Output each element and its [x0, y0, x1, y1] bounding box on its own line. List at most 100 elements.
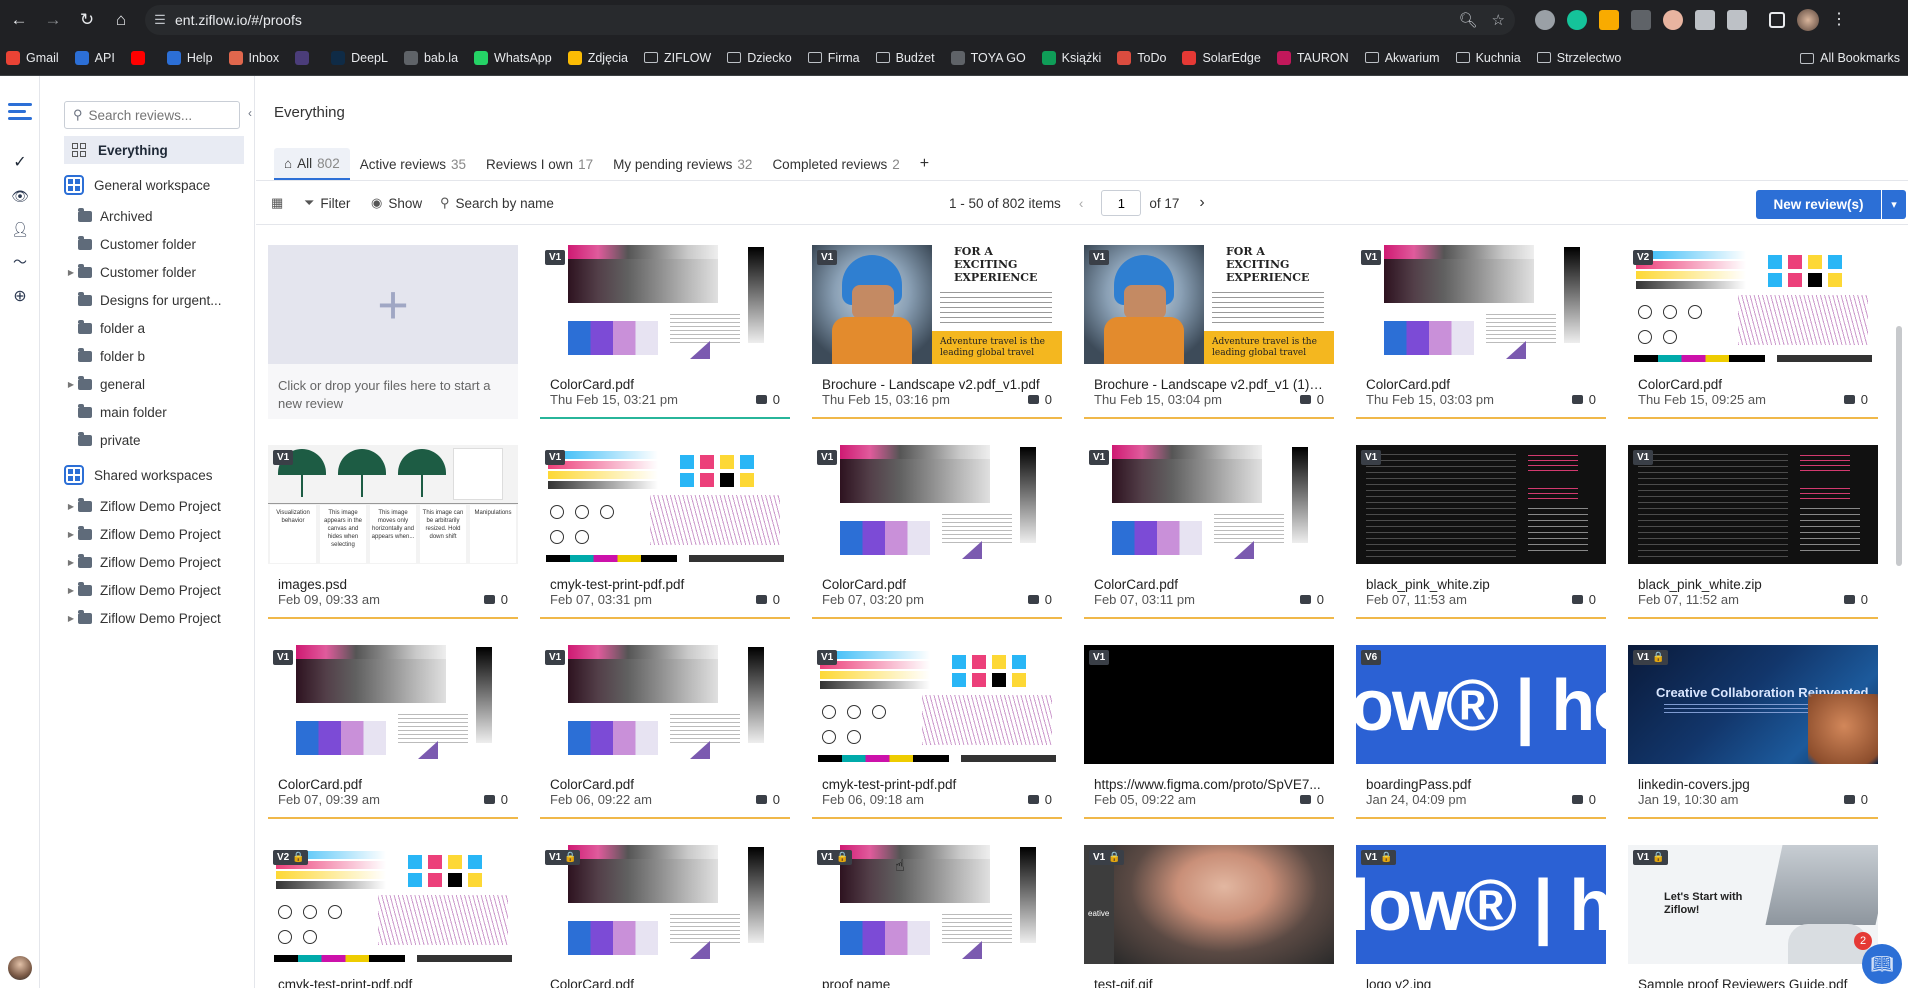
bookmark-item[interactable]: Gmail [6, 50, 59, 65]
review-card[interactable]: V1 cmyk-test-print-pdf.pdf Feb 06, 09:18 a… [812, 645, 1062, 819]
review-card[interactable]: eative V1 🔒 test-gif.gif [1084, 845, 1334, 988]
bookmark-item[interactable] [295, 50, 315, 65]
expand-chevron-icon[interactable]: ▶ [64, 268, 78, 277]
file-name[interactable]: Brochure - Landscape v2.pdf_v1 (1).... [1094, 377, 1324, 392]
file-name[interactable]: Sample proof Reviewers Guide.pdf [1638, 977, 1868, 988]
comment-count[interactable]: 0 [755, 392, 780, 407]
all-bookmarks[interactable]: All Bookmarks [1800, 40, 1900, 76]
review-thumbnail[interactable]: V1 [540, 245, 790, 364]
tab-all[interactable]: ⌂ All 802 [274, 148, 350, 180]
review-card[interactable]: FOR A EXCITING EXPERIENCE Adventure trave… [1084, 245, 1334, 419]
file-name[interactable]: ColorCard.pdf [1638, 377, 1868, 392]
bookmark-item[interactable]: ToDo [1117, 50, 1166, 65]
sidebar-item[interactable]: ▶ Customer folder [64, 258, 244, 286]
comment-count[interactable]: 0 [755, 592, 780, 607]
expand-chevron-icon[interactable]: ▶ [64, 530, 78, 539]
search-by-name[interactable]: ⚲ Search by name [440, 181, 554, 225]
review-card[interactable]: ow® | heV6 boardingPass.pdfJan 24, 04:09 … [1356, 645, 1606, 819]
comment-count[interactable]: 0 [1843, 792, 1868, 807]
review-card[interactable]: Let's Start with Ziflow! V1 🔒 Sample proof… [1628, 845, 1878, 988]
file-name[interactable]: https://www.figma.com/proto/SpVE7... [1094, 777, 1324, 792]
proofs-check-icon[interactable]: ✓ [8, 150, 32, 174]
review-card[interactable]: V1 ColorCard.pdf Feb 06, 09:22 am 0 [540, 645, 790, 819]
bookmark-item[interactable]: Dziecko [727, 51, 792, 65]
file-name[interactable]: test-gif.gif [1094, 977, 1324, 988]
sidebar-item[interactable]: ▶ Ziflow Demo Project [64, 548, 244, 576]
people-icon[interactable]: 👤︎ [8, 217, 32, 241]
bookmark-item[interactable]: Firma [807, 51, 860, 65]
file-name[interactable]: cmyk-test-print-pdf.pdf [278, 977, 508, 988]
comment-count[interactable]: 0 [1299, 792, 1324, 807]
review-card[interactable]: low® | helpV1 🔒 logo v2.jpg [1356, 845, 1606, 988]
bookmark-item[interactable]: Akwarium [1364, 51, 1440, 65]
review-thumbnail[interactable]: eative V1 🔒 [1084, 845, 1334, 964]
review-thumbnail[interactable]: low® | helpV1 🔒 [1356, 845, 1606, 964]
bookmark-item[interactable]: Zdjęcia [567, 50, 628, 65]
file-name[interactable]: ColorCard.pdf [550, 977, 780, 988]
bookmark-item[interactable]: Help [166, 50, 213, 65]
comment-count[interactable]: 0 [1027, 592, 1052, 607]
file-name[interactable]: images.psd [278, 577, 508, 592]
comment-count[interactable]: 0 [1027, 392, 1052, 407]
review-card[interactable]: V1 🔒 ColorCard.pdf [540, 845, 790, 988]
review-card[interactable]: V1 ColorCard.pdf Feb 07, 03:20 pm 0 [812, 445, 1062, 619]
review-card[interactable]: V1 black_pink_white.zip Feb 07, 11:52 am 0 [1628, 445, 1878, 619]
sidebar-item[interactable]: main folder [64, 398, 244, 426]
review-thumbnail[interactable]: Creative Collaboration Reinvented V1 🔒 [1628, 645, 1878, 764]
star-icon[interactable]: ☆ [1492, 11, 1505, 29]
file-name[interactable]: ColorCard.pdf [1366, 377, 1596, 392]
bookmark-item[interactable]: TAURON [1276, 50, 1349, 65]
profile-avatar[interactable] [1797, 9, 1819, 31]
sidebar-item[interactable]: General workspace [64, 171, 244, 199]
expand-chevron-icon[interactable]: ▶ [64, 614, 78, 623]
review-thumbnail[interactable]: V1 [1084, 645, 1334, 764]
review-card[interactable]: V1 ColorCard.pdf Thu Feb 15, 03:21 pm 0 [540, 245, 790, 419]
site-info-icon[interactable]: ☰ [145, 12, 175, 28]
file-name[interactable]: ColorCard.pdf [822, 577, 1052, 592]
review-card[interactable]: V2 ColorCard.pdf Thu Feb 15, 09:25 am 0 [1628, 245, 1878, 419]
add-tab-button[interactable]: + [910, 148, 939, 180]
review-thumbnail[interactable]: V1 [540, 645, 790, 764]
new-review-button[interactable]: New review(s) [1756, 190, 1881, 219]
file-name[interactable]: boardingPass.pdf [1366, 777, 1596, 792]
review-thumbnail[interactable]: ow® | heV6 [1356, 645, 1606, 764]
next-page-icon[interactable]: › [1199, 194, 1204, 212]
review-thumbnail[interactable]: V2 🔒 [268, 845, 518, 964]
tab-completed-reviews[interactable]: Completed reviews 2 [762, 148, 909, 180]
file-name[interactable]: black_pink_white.zip [1366, 577, 1596, 592]
tab-reviews-i-own[interactable]: Reviews I own 17 [476, 148, 603, 180]
file-name[interactable]: linkedin-covers.jpg [1638, 777, 1868, 792]
extensions-puzzle-icon[interactable] [1727, 10, 1747, 30]
file-name[interactable]: cmyk-test-print-pdf.pdf [550, 577, 780, 592]
sidebar-item[interactable]: Designs for urgent... [64, 286, 244, 314]
review-thumbnail[interactable]: V1 [1356, 445, 1606, 564]
comment-count[interactable]: 0 [1571, 392, 1596, 407]
file-name[interactable]: ColorCard.pdf [1094, 577, 1324, 592]
forward-icon[interactable]: → [38, 5, 68, 35]
bookmark-item[interactable]: bab.la [403, 50, 458, 65]
review-thumbnail[interactable]: V1 [1084, 445, 1334, 564]
review-card[interactable]: FOR A EXCITING EXPERIENCE Adventure trave… [812, 245, 1062, 419]
review-card[interactable]: V1 cmyk-test-print-pdf.pdf Feb 07, 03:31 p… [540, 445, 790, 619]
search-input[interactable] [88, 107, 229, 123]
review-card[interactable]: V1 ColorCard.pdf Thu Feb 15, 03:03 pm 0 [1356, 245, 1606, 419]
review-thumbnail[interactable]: Let's Start with Ziflow! V1 🔒 [1628, 845, 1878, 964]
ziflow-logo-icon[interactable] [8, 103, 32, 124]
extension-icon[interactable] [1599, 10, 1619, 30]
add-icon[interactable]: ⊕ [8, 284, 32, 308]
review-card[interactable]: V1 🔒 proof name [812, 845, 1062, 988]
file-name[interactable]: logo v2.jpg [1366, 977, 1596, 988]
review-thumbnail[interactable]: V1 [1356, 245, 1606, 364]
sidebar-item[interactable]: Shared workspaces [64, 461, 244, 489]
reload-icon[interactable]: ↻ [72, 5, 102, 35]
view-toggle[interactable]: ▦ [271, 181, 289, 225]
review-thumbnail[interactable]: V1 [1628, 445, 1878, 564]
extension-icon[interactable] [1631, 10, 1651, 30]
extension-icon[interactable] [1663, 10, 1683, 30]
bookmark-item[interactable]: Budżet [875, 51, 935, 65]
comment-count[interactable]: 0 [1571, 792, 1596, 807]
bookmark-item[interactable]: Strzelectwo [1536, 51, 1621, 65]
review-thumbnail[interactable]: V1 🔒 [812, 845, 1062, 964]
bookmark-item[interactable] [130, 50, 151, 65]
review-thumbnail[interactable]: V1 [540, 445, 790, 564]
